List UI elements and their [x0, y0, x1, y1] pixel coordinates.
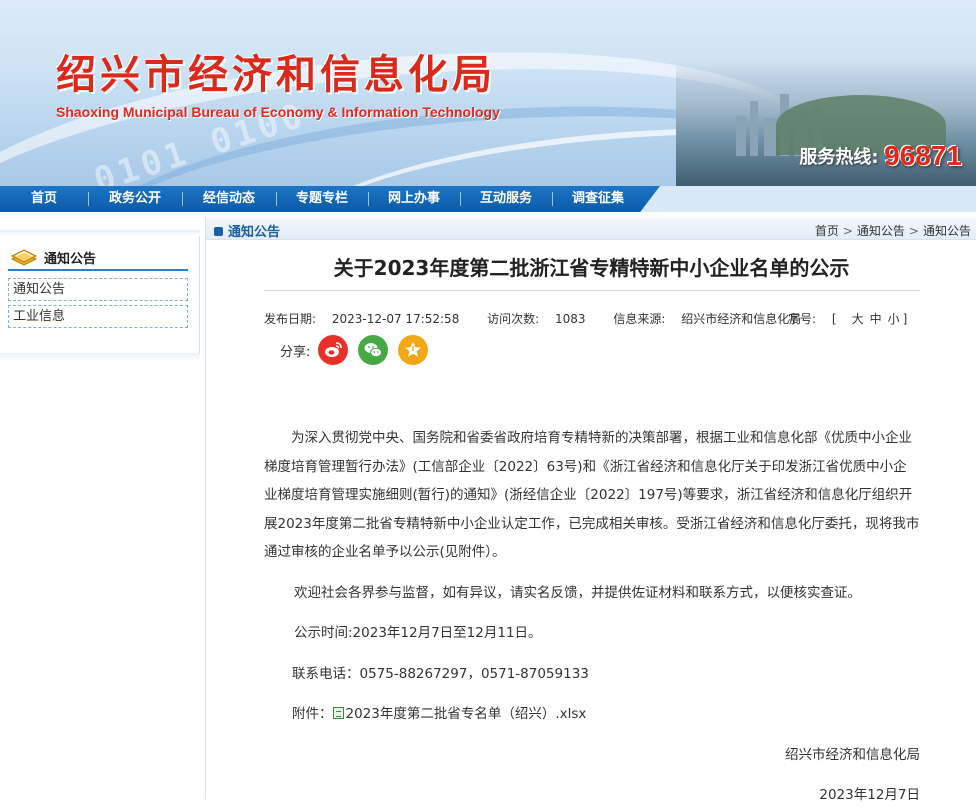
- nav-item-interaction[interactable]: 互动服务: [460, 186, 552, 212]
- font-size-control: 字号: [ 大中小]: [788, 310, 919, 327]
- fontsize-bracket: ]: [902, 312, 908, 326]
- wechat-icon: [364, 343, 383, 358]
- source-value: 绍兴市经济和信息化局: [681, 312, 802, 326]
- site-title-en: Shaoxing Municipal Bureau of Economy & I…: [56, 104, 500, 120]
- service-hotline: 服务热线: 96871: [799, 140, 962, 172]
- font-size-small-button[interactable]: 小: [888, 312, 900, 326]
- visits-label: 访问次数:: [487, 312, 540, 326]
- share-weibo-button[interactable]: [318, 335, 349, 365]
- article-meta: 发布日期: 2023-12-07 17:52:58 访问次数: 1083 信息来…: [264, 310, 924, 327]
- weibo-icon: [325, 342, 343, 357]
- site-title-cn[interactable]: 绍兴市经济和信息化局: [56, 42, 496, 100]
- square-bullet-icon: [214, 227, 223, 236]
- breadcrumb-separator: >: [842, 224, 853, 238]
- sidebar-item-notices[interactable]: 通知公告: [8, 278, 188, 301]
- share-wechat-button[interactable]: [358, 335, 389, 365]
- nav-item-government-affairs[interactable]: 政务公开: [88, 186, 182, 212]
- book-icon: [10, 249, 38, 266]
- share-bar: 分享:: [280, 335, 438, 365]
- share-label: 分享:: [280, 344, 311, 360]
- main-nav: 首页 政务公开 经信动态 专题专栏 网上办事 互动服务 调查征集: [0, 186, 976, 212]
- sidebar: 通知公告 通知公告 工业信息: [0, 230, 200, 361]
- publicity-period: 公示时间:2023年12月7日至12月11日。: [294, 625, 542, 641]
- breadcrumb-notices[interactable]: 通知公告: [857, 224, 905, 238]
- nav-bar: 首页 政务公开 经信动态 专题专栏 网上办事 互动服务 调查征集: [0, 186, 660, 212]
- section-bar: 通知公告 首页 > 通知公告 > 通知公告: [206, 218, 976, 240]
- nav-item-survey[interactable]: 调查征集: [552, 186, 644, 212]
- breadcrumb: 首页 > 通知公告 > 通知公告: [815, 222, 971, 239]
- content-area: 通知公告 通知公告 工业信息 通知公告 首页 > 通知公告 > 通知公告 关于2023年…: [0, 212, 976, 803]
- article-paragraph: 为深入贯彻党中央、国务院和省委省政府培育专精特新的决策部署，根据工业和信息化部《…: [264, 430, 920, 560]
- fontsize-label: 字号:: [788, 312, 817, 326]
- breadcrumb-current[interactable]: 通知公告: [923, 224, 971, 238]
- sign-date: 2023年12月7日: [819, 787, 920, 803]
- hotline-label: 服务热线:: [799, 147, 879, 168]
- article-title: 关于2023年度第二批浙江省专精特新中小企业名单的公示: [333, 256, 850, 280]
- main-content: 通知公告 首页 > 通知公告 > 通知公告 关于2023年度第二批浙江省专精特新中小企业…: [205, 218, 976, 803]
- article-paragraph: 欢迎社会各界参与监督，如有异议，请实名反馈，并提供佐证材料和联系方式，以便核实查…: [294, 584, 861, 601]
- nav-item-online-services[interactable]: 网上办事: [368, 186, 460, 212]
- font-size-large-button[interactable]: 大: [852, 312, 864, 326]
- source-label: 信息来源:: [613, 312, 666, 326]
- contact-phone: 联系电话：0575-88267297，0571-87059133: [292, 665, 589, 682]
- sidebar-title: 通知公告: [44, 252, 97, 267]
- attachment-filename: 2023年度第二批省专名单（绍兴）.xlsx: [345, 706, 587, 722]
- article-body: 为深入贯彻党中央、国务院和省委省政府培育专精特新的决策部署，根据工业和信息化部《…: [264, 424, 920, 810]
- sidebar-header: 通知公告: [8, 245, 188, 271]
- breadcrumb-separator: >: [908, 224, 919, 238]
- attachment-label: 附件：: [292, 706, 333, 722]
- share-favorite-button[interactable]: [398, 335, 429, 365]
- visits-count: 1083: [555, 312, 586, 326]
- attachment-link[interactable]: 2023年度第二批省专名单（绍兴）.xlsx: [332, 706, 587, 722]
- publish-date: 2023-12-07 17:52:58: [331, 312, 460, 326]
- signature: 绍兴市经济和信息化局: [785, 746, 920, 763]
- fontsize-bracket: [: [831, 312, 837, 326]
- excel-file-icon: [332, 707, 344, 719]
- nav-item-special-topics[interactable]: 专题专栏: [276, 186, 368, 212]
- attachment: 附件： 2023年度第二批省专名单（绍兴）.xlsx: [264, 700, 920, 729]
- sidebar-item-industry-info[interactable]: 工业信息: [8, 305, 188, 328]
- site-banner: 0101 0100 绍兴市经济和信息化局 Shaoxing Municipal …: [0, 0, 976, 186]
- section-title: 通知公告: [214, 221, 280, 240]
- nav-item-home[interactable]: 首页: [0, 186, 88, 212]
- section-name: 通知公告: [228, 225, 281, 240]
- publish-label: 发布日期:: [264, 312, 317, 326]
- star-icon: [405, 342, 422, 357]
- hotline-number: 96871: [884, 140, 962, 171]
- breadcrumb-home[interactable]: 首页: [815, 224, 839, 238]
- title-divider: [264, 290, 920, 291]
- nav-item-news[interactable]: 经信动态: [182, 186, 276, 212]
- font-size-medium-button[interactable]: 中: [870, 312, 882, 326]
